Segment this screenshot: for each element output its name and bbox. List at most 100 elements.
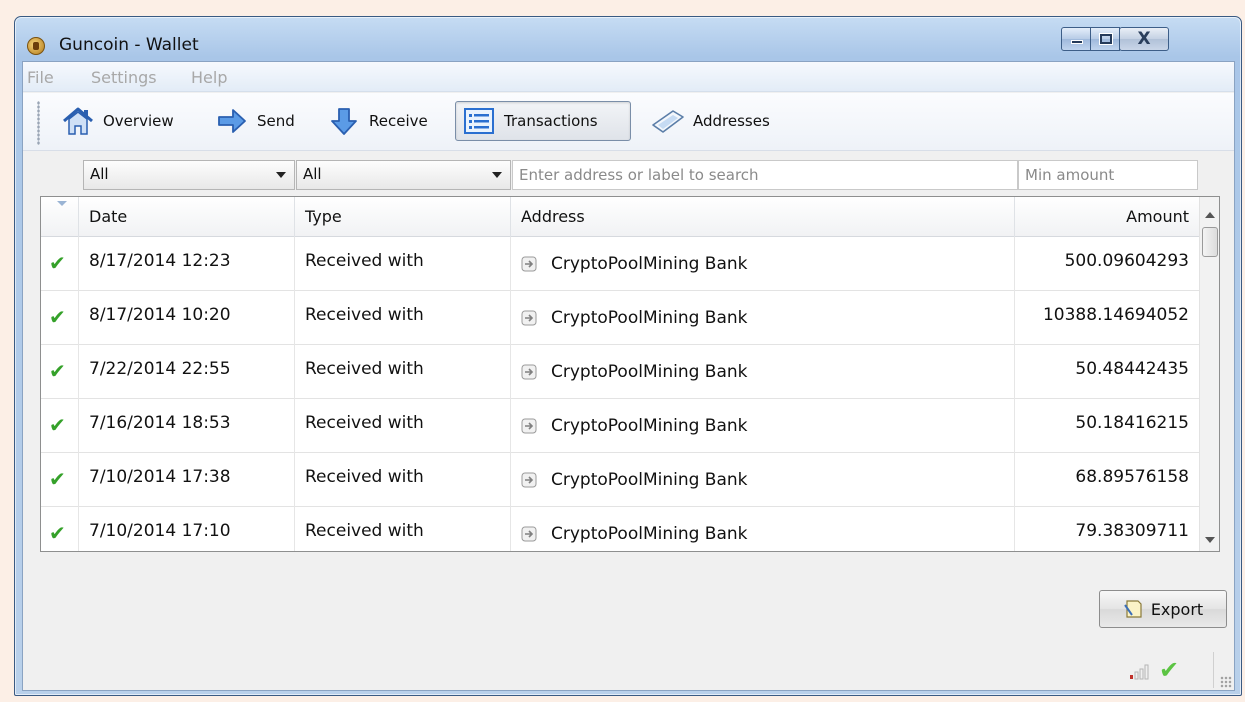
amount-column-header[interactable]: Amount	[1015, 197, 1199, 237]
transactions-list-icon	[464, 108, 494, 134]
row-type: Received with	[295, 291, 511, 345]
address-column-header[interactable]: Address	[511, 197, 1015, 237]
row-type: Received with	[295, 453, 511, 507]
addresses-button[interactable]: Addresses	[645, 101, 776, 141]
receive-button[interactable]: Receive	[321, 101, 434, 141]
resize-grip[interactable]	[1220, 676, 1232, 688]
row-type: Received with	[295, 399, 511, 453]
export-button[interactable]: Export	[1099, 590, 1227, 628]
maximize-button[interactable]	[1090, 27, 1120, 51]
connections-signal-icon[interactable]	[1129, 660, 1155, 680]
min-amount-input[interactable]: Min amount	[1018, 160, 1198, 190]
row-address: CryptoPoolMining Bank	[551, 470, 748, 490]
incoming-icon	[521, 310, 537, 326]
send-label: Send	[257, 112, 295, 130]
window-title: Guncoin - Wallet	[59, 35, 199, 55]
confirmed-check-icon: ✔	[41, 237, 79, 291]
scroll-down-button[interactable]	[1200, 529, 1219, 551]
type-column-header[interactable]: Type	[295, 197, 511, 237]
row-date: 7/22/2014 22:55	[79, 345, 295, 399]
row-address-cell: CryptoPoolMining Bank	[511, 291, 1015, 345]
send-arrow-icon	[218, 109, 246, 133]
table-row[interactable]: ✔ 8/17/2014 12:23 Received with CryptoPo…	[41, 237, 1199, 291]
menu-settings[interactable]: Settings	[91, 68, 157, 87]
row-address: CryptoPoolMining Bank	[551, 308, 748, 328]
minimize-button[interactable]	[1061, 27, 1091, 51]
addresses-label: Addresses	[693, 112, 770, 130]
toolbar-grip[interactable]	[37, 101, 40, 145]
row-address-cell: CryptoPoolMining Bank	[511, 237, 1015, 291]
arrow-up-icon	[1205, 212, 1215, 218]
arrow-down-icon	[1205, 537, 1215, 543]
close-icon: X	[1137, 29, 1151, 49]
main-area: File Settings Help Overview Send Receive…	[22, 61, 1235, 691]
incoming-icon	[521, 364, 537, 380]
incoming-icon	[521, 256, 537, 272]
row-amount: 50.48442435	[1075, 359, 1189, 379]
row-date: 8/17/2014 10:20	[79, 291, 295, 345]
row-type: Received with	[295, 507, 511, 551]
synced-check-icon[interactable]: ✔	[1159, 656, 1179, 684]
row-address-cell: CryptoPoolMining Bank	[511, 453, 1015, 507]
close-button[interactable]: X	[1119, 27, 1169, 51]
row-type: Received with	[295, 345, 511, 399]
menu-help[interactable]: Help	[191, 68, 227, 87]
row-amount: 500.09604293	[1064, 251, 1189, 271]
address-book-icon	[652, 110, 684, 133]
row-address-cell: CryptoPoolMining Bank	[511, 399, 1015, 453]
table-row[interactable]: ✔ 7/22/2014 22:55 Received with CryptoPo…	[41, 345, 1199, 399]
export-document-icon	[1123, 600, 1142, 618]
row-address: CryptoPoolMining Bank	[551, 362, 748, 382]
transactions-button[interactable]: Transactions	[455, 101, 631, 141]
scroll-up-button[interactable]	[1200, 205, 1219, 227]
wallet-window: Guncoin - Wallet X File Settings Help Ov…	[14, 16, 1242, 696]
vertical-scrollbar[interactable]	[1199, 197, 1219, 551]
row-amount: 50.18416215	[1075, 413, 1189, 433]
toolbar: Overview Send Receive Transactions Addre…	[23, 93, 1234, 151]
send-button[interactable]: Send	[209, 101, 301, 141]
incoming-icon	[521, 526, 537, 542]
table-row[interactable]: ✔ 7/16/2014 18:53 Received with CryptoPo…	[41, 399, 1199, 453]
minimize-icon	[1071, 40, 1083, 44]
receive-arrow-icon	[331, 108, 357, 135]
row-address: CryptoPoolMining Bank	[551, 254, 748, 274]
type-filter-value: All	[303, 165, 322, 183]
row-date: 7/10/2014 17:10	[79, 507, 295, 551]
date-filter-select[interactable]: All	[83, 160, 295, 190]
row-address-cell: CryptoPoolMining Bank	[511, 345, 1015, 399]
menu-file[interactable]: File	[27, 68, 54, 87]
chevron-down-icon	[492, 172, 502, 178]
filter-row: All All Enter address or label to search…	[23, 157, 1234, 193]
guncoin-logo-icon	[27, 37, 45, 55]
row-date: 7/16/2014 18:53	[79, 399, 295, 453]
confirmed-check-icon: ✔	[41, 399, 79, 453]
receive-label: Receive	[369, 112, 428, 130]
transactions-table: Date Type Address Amount ✔ 8/17/2014 12:…	[40, 196, 1220, 552]
date-filter-value: All	[90, 165, 109, 183]
status-column-header[interactable]	[41, 197, 79, 237]
table-row[interactable]: ✔ 8/17/2014 10:20 Received with CryptoPo…	[41, 291, 1199, 345]
sort-indicator-icon	[57, 201, 67, 206]
row-amount: 79.38309711	[1075, 521, 1189, 541]
home-icon	[63, 107, 93, 135]
scroll-thumb[interactable]	[1202, 227, 1218, 257]
table-header: Date Type Address Amount	[41, 197, 1199, 237]
confirmed-check-icon: ✔	[41, 291, 79, 345]
menu-bar: File Settings Help	[23, 62, 1234, 92]
search-input[interactable]: Enter address or label to search	[512, 160, 1018, 190]
date-column-header[interactable]: Date	[79, 197, 295, 237]
row-address-cell: CryptoPoolMining Bank	[511, 507, 1015, 551]
transactions-label: Transactions	[504, 112, 598, 130]
row-date: 8/17/2014 12:23	[79, 237, 295, 291]
overview-button[interactable]: Overview	[55, 101, 180, 141]
confirmed-check-icon: ✔	[41, 453, 79, 507]
row-date: 7/10/2014 17:38	[79, 453, 295, 507]
type-filter-select[interactable]: All	[296, 160, 511, 190]
confirmed-check-icon: ✔	[41, 507, 79, 551]
row-address: CryptoPoolMining Bank	[551, 524, 748, 544]
table-row[interactable]: ✔ 7/10/2014 17:38 Received with CryptoPo…	[41, 453, 1199, 507]
incoming-icon	[521, 418, 537, 434]
table-row[interactable]: ✔ 7/10/2014 17:10 Received with CryptoPo…	[41, 507, 1199, 551]
chevron-down-icon	[276, 172, 286, 178]
overview-label: Overview	[103, 112, 174, 130]
